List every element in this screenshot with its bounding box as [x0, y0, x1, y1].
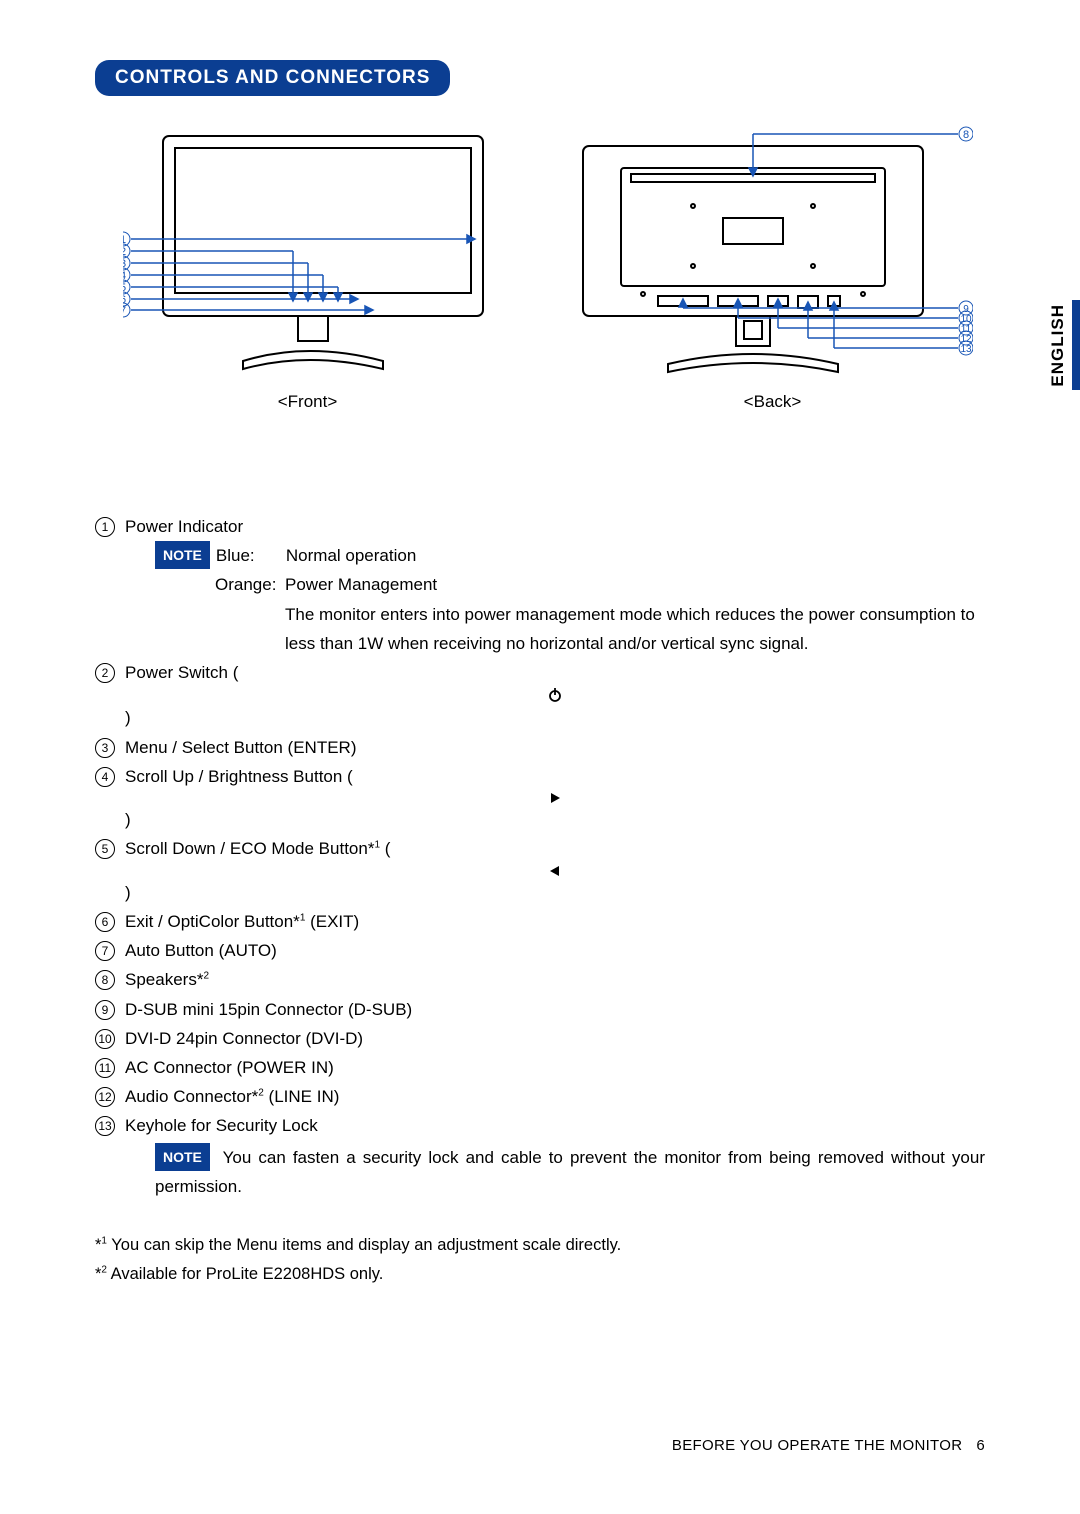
note-block: NOTE You can fasten a security lock and …	[155, 1143, 985, 1201]
item-body: Power IndicatorNOTEBlue:Normal operation…	[125, 512, 985, 658]
item-body: Menu / Select Button (ENTER)	[125, 733, 985, 762]
item-body: Exit / OptiColor Button*1 (EXIT)	[125, 907, 985, 936]
item-body: Scroll Up / Brightness Button ( )	[125, 762, 985, 834]
item-marker: 4	[95, 767, 115, 787]
item-body: Power Switch ( )	[125, 658, 985, 732]
svg-text:8: 8	[962, 129, 968, 141]
svg-text:13: 13	[960, 344, 972, 355]
list-item: 6 Exit / OptiColor Button*1 (EXIT)	[95, 907, 985, 936]
item-marker: 8	[95, 970, 115, 990]
footnote: *1 You can skip the Menu items and displ…	[95, 1231, 985, 1259]
note-label: NOTE	[155, 1143, 210, 1171]
language-tab: ENGLISH	[1048, 300, 1080, 390]
item-marker: 13	[95, 1116, 115, 1136]
list-item: 10 DVI-D 24pin Connector (DVI-D)	[95, 1024, 985, 1053]
item-body: DVI-D 24pin Connector (DVI-D)	[125, 1024, 985, 1053]
item-marker: 3	[95, 738, 115, 758]
controls-list: 1 Power IndicatorNOTEBlue:Normal operatio…	[95, 512, 985, 1201]
front-diagram: 1 2 3 4 5 6 7 <Front>	[95, 126, 520, 412]
item-marker: 2	[95, 663, 115, 683]
item-marker: 1	[95, 517, 115, 537]
svg-text:7: 7	[123, 305, 126, 317]
item-body: Scroll Down / ECO Mode Button*1 ( )	[125, 834, 985, 906]
item-body: AC Connector (POWER IN)	[125, 1053, 985, 1082]
list-item: 5 Scroll Down / ECO Mode Button*1 ( )	[95, 834, 985, 906]
note-block: NOTEBlue:Normal operationOrange:Power Ma…	[155, 541, 985, 658]
item-marker: 10	[95, 1029, 115, 1049]
item-body: Audio Connector*2 (LINE IN)	[125, 1082, 985, 1111]
list-item: 2 Power Switch ( )	[95, 658, 985, 732]
item-marker: 9	[95, 1000, 115, 1020]
list-item: 1 Power IndicatorNOTEBlue:Normal operatio…	[95, 512, 985, 658]
item-body: Auto Button (AUTO)	[125, 936, 985, 965]
footnote: *2 Available for ProLite E2208HDS only.	[95, 1260, 985, 1288]
list-item: 11 AC Connector (POWER IN)	[95, 1053, 985, 1082]
item-body: D-SUB mini 15pin Connector (D-SUB)	[125, 995, 985, 1024]
item-marker: 6	[95, 912, 115, 932]
list-item: 13 Keyhole for Security LockNOTE You can …	[95, 1111, 985, 1201]
back-label: <Back>	[560, 392, 985, 412]
footnotes: *1 You can skip the Menu items and displ…	[95, 1231, 985, 1288]
item-marker: 7	[95, 941, 115, 961]
list-item: 9 D-SUB mini 15pin Connector (D-SUB)	[95, 995, 985, 1024]
list-item: 8 Speakers*2	[95, 965, 985, 994]
page-footer: BEFORE YOU OPERATE THE MONITOR6	[672, 1437, 985, 1454]
front-label: <Front>	[95, 392, 520, 412]
list-item: 4 Scroll Up / Brightness Button ( )	[95, 762, 985, 834]
back-diagram: 8 9 10 11 12 13 <Back>	[560, 126, 985, 412]
item-body: Keyhole for Security LockNOTE You can fa…	[125, 1111, 985, 1201]
list-item: 12 Audio Connector*2 (LINE IN)	[95, 1082, 985, 1111]
item-marker: 12	[95, 1087, 115, 1107]
section-heading: CONTROLS AND CONNECTORS	[95, 60, 450, 96]
item-body: Speakers*2	[125, 965, 985, 994]
note-label: NOTE	[155, 541, 210, 569]
list-item: 7 Auto Button (AUTO)	[95, 936, 985, 965]
item-marker: 5	[95, 839, 115, 859]
item-marker: 11	[95, 1058, 115, 1078]
list-item: 3 Menu / Select Button (ENTER)	[95, 733, 985, 762]
